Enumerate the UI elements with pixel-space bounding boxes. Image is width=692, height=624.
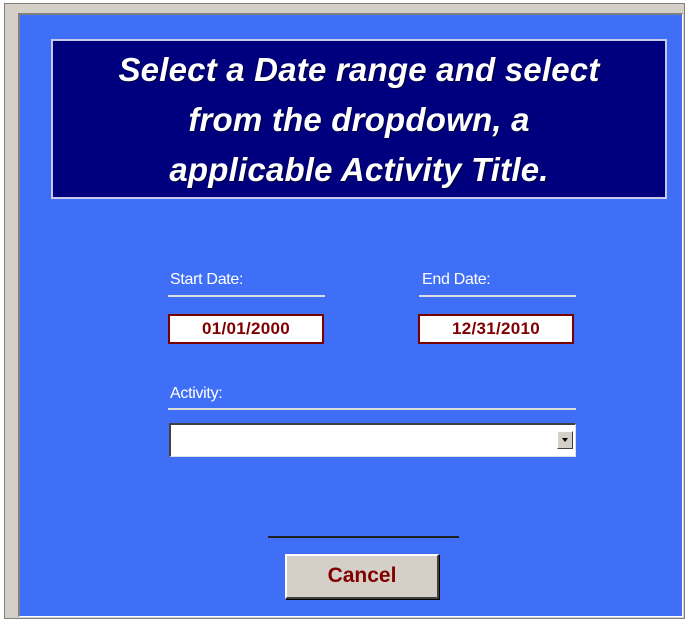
cancel-button[interactable]: Cancel — [285, 554, 439, 599]
activity-label-underline — [168, 408, 576, 410]
end-date-label: End Date: — [422, 271, 491, 288]
start-date-field[interactable]: 01/01/2000 — [168, 314, 324, 344]
instructions-line-3: applicable Activity Title. — [169, 151, 549, 188]
window-frame: Select a Date range and select from the … — [4, 3, 685, 619]
start-date-label: Start Date: — [170, 271, 244, 288]
instructions-banner: Select a Date range and select from the … — [51, 39, 667, 199]
activity-label: Activity: — [170, 385, 223, 402]
end-date-label-underline — [419, 295, 576, 297]
chevron-down-icon — [562, 438, 568, 442]
end-date-field[interactable]: 12/31/2010 — [418, 314, 574, 344]
instructions-line-1: Select a Date range and select — [118, 51, 600, 88]
activity-dropdown-button[interactable] — [557, 431, 573, 449]
start-date-label-underline — [168, 295, 325, 297]
activity-dropdown[interactable] — [169, 423, 576, 457]
cancel-divider — [268, 536, 459, 538]
instructions-line-2: from the dropdown, a — [188, 101, 530, 138]
date-range-form: Select a Date range and select from the … — [18, 13, 683, 617]
